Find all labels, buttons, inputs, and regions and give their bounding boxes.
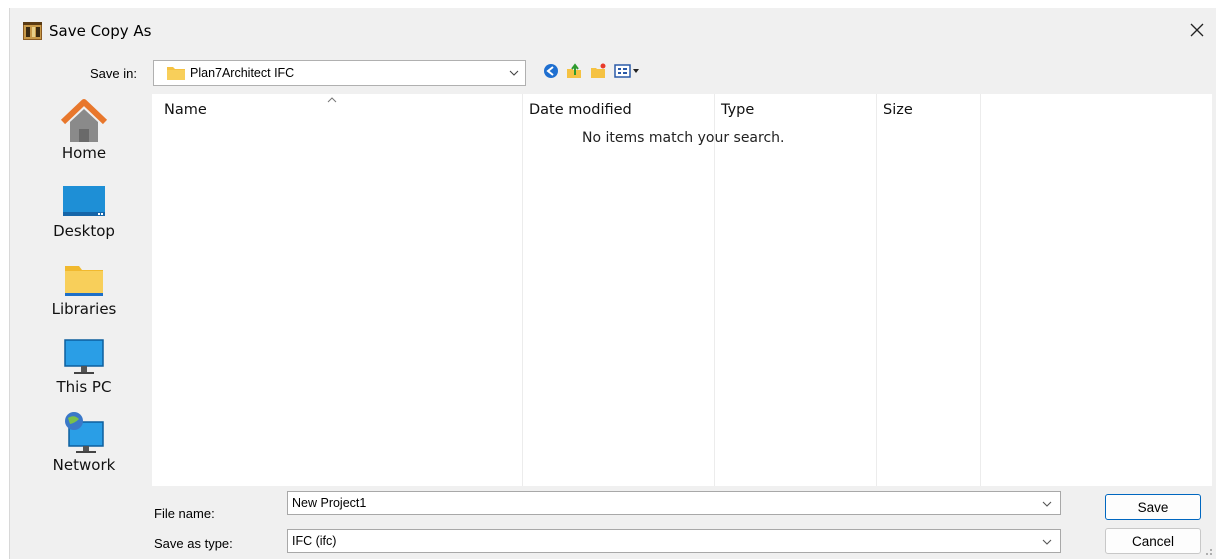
column-header-name[interactable]: Name bbox=[164, 102, 207, 118]
place-home[interactable]: Home bbox=[38, 98, 130, 162]
save-in-combo[interactable]: Plan7Architect IFC bbox=[153, 60, 526, 86]
window-title: Save Copy As bbox=[49, 22, 152, 40]
column-divider[interactable] bbox=[876, 94, 877, 486]
place-label: Desktop bbox=[53, 222, 115, 240]
resize-grip[interactable] bbox=[1203, 546, 1213, 556]
title-bar: Save Copy As bbox=[10, 8, 1216, 54]
column-header-size[interactable]: Size bbox=[883, 102, 913, 118]
place-desktop[interactable]: Desktop bbox=[38, 176, 130, 240]
save-in-value: Plan7Architect IFC bbox=[190, 66, 295, 80]
file-name-label: File name: bbox=[154, 506, 215, 521]
file-name-value[interactable]: New Project1 bbox=[292, 496, 366, 510]
view-menu-icon[interactable] bbox=[614, 63, 640, 79]
cancel-button[interactable]: Cancel bbox=[1105, 528, 1201, 554]
chevron-down-icon[interactable] bbox=[1042, 499, 1052, 509]
place-label: Libraries bbox=[51, 300, 117, 318]
column-divider[interactable] bbox=[980, 94, 981, 486]
column-header-type[interactable]: Type bbox=[721, 102, 754, 118]
save-as-type-label: Save as type: bbox=[154, 536, 233, 551]
app-icon bbox=[23, 22, 42, 40]
save-as-type-combo[interactable]: IFC (ifc) bbox=[287, 529, 1061, 553]
place-libraries[interactable]: Libraries bbox=[38, 254, 130, 318]
new-folder-icon[interactable] bbox=[590, 63, 606, 79]
empty-message: No items match your search. bbox=[582, 130, 785, 146]
column-header-date-modified[interactable]: Date modified bbox=[529, 102, 632, 118]
file-list[interactable]: Name Date modified Type Size No items ma… bbox=[152, 94, 1212, 486]
close-button[interactable] bbox=[1185, 18, 1209, 42]
chevron-down-icon[interactable] bbox=[1042, 537, 1052, 547]
place-network[interactable]: Network bbox=[38, 410, 130, 474]
save-as-type-value: IFC (ifc) bbox=[292, 534, 337, 548]
this-pc-icon bbox=[64, 339, 104, 374]
file-name-combo[interactable]: New Project1 bbox=[287, 491, 1061, 515]
place-label: Network bbox=[52, 456, 116, 474]
desktop-icon bbox=[63, 186, 105, 216]
save-copy-as-dialog: Save Copy As Save in: Plan7Architect IFC bbox=[9, 8, 1216, 559]
network-icon bbox=[65, 412, 104, 453]
place-label: Home bbox=[61, 144, 107, 162]
place-label: This PC bbox=[56, 378, 112, 396]
column-divider[interactable] bbox=[714, 94, 715, 486]
home-icon bbox=[61, 99, 107, 142]
column-divider[interactable] bbox=[522, 94, 523, 486]
up-folder-icon[interactable] bbox=[566, 63, 582, 79]
sort-ascending-icon bbox=[327, 97, 337, 103]
folder-icon bbox=[167, 67, 185, 80]
save-in-label: Save in: bbox=[90, 66, 137, 81]
chevron-down-icon[interactable] bbox=[509, 68, 519, 78]
close-icon bbox=[1190, 23, 1204, 37]
back-icon[interactable] bbox=[543, 63, 559, 79]
save-button[interactable]: Save bbox=[1105, 494, 1201, 520]
libraries-icon bbox=[65, 266, 103, 296]
place-this-pc[interactable]: This PC bbox=[38, 332, 130, 396]
